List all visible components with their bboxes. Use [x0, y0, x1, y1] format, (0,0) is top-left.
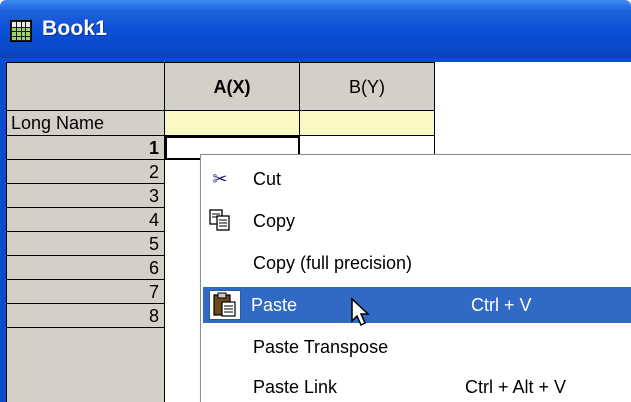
row-header-5[interactable]: 5	[6, 232, 165, 256]
column-header-b[interactable]: B(Y)	[300, 62, 435, 111]
window-frame: A(X) B(Y) Long Name 1 2 3 4 5 6 7 8 ✂ Cu…	[0, 58, 631, 402]
column-header-a[interactable]: A(X)	[165, 62, 300, 111]
row-header-long-name[interactable]: Long Name	[6, 111, 165, 136]
scissors-icon: ✂	[212, 169, 228, 189]
menu-item-cut[interactable]: ✂ Cut	[203, 161, 631, 197]
menu-item-paste-transpose[interactable]: Paste Transpose	[203, 329, 631, 365]
row-header-7[interactable]: 7	[6, 280, 165, 304]
row-header-4[interactable]: 4	[6, 208, 165, 232]
menu-item-copy-full-precision[interactable]: Copy (full precision)	[203, 245, 631, 281]
window-title-bar[interactable]: Book1	[0, 0, 631, 58]
row-header-8[interactable]: 8	[6, 304, 165, 328]
menu-item-paste-link[interactable]: Paste Link Ctrl + Alt + V	[203, 369, 631, 402]
menu-item-copy[interactable]: Copy	[203, 203, 631, 239]
mouse-pointer-icon	[351, 297, 370, 327]
paste-shortcut: Ctrl + V	[471, 295, 532, 315]
row-header-1[interactable]: 1	[6, 136, 165, 160]
context-menu: ✂ Cut Copy Copy (full precision) Paste C…	[200, 154, 631, 402]
paste-link-shortcut: Ctrl + Alt + V	[465, 377, 567, 397]
worksheet-area[interactable]: A(X) B(Y) Long Name 1 2 3 4 5 6 7 8 ✂ Cu…	[6, 62, 631, 402]
row-header-2[interactable]: 2	[6, 160, 165, 184]
window-title: Book1	[42, 17, 108, 40]
row-header-6[interactable]: 6	[6, 256, 165, 280]
long-name-cell-a[interactable]	[165, 111, 300, 136]
row-header-9[interactable]	[6, 328, 165, 402]
workbook-icon	[10, 20, 32, 42]
copy-icon	[207, 208, 233, 234]
menu-item-paste[interactable]: Paste Ctrl + V	[203, 287, 631, 327]
corner-header[interactable]	[6, 62, 165, 111]
row-header-3[interactable]: 3	[6, 184, 165, 208]
paste-icon	[209, 290, 241, 320]
long-name-cell-b[interactable]	[300, 111, 435, 136]
